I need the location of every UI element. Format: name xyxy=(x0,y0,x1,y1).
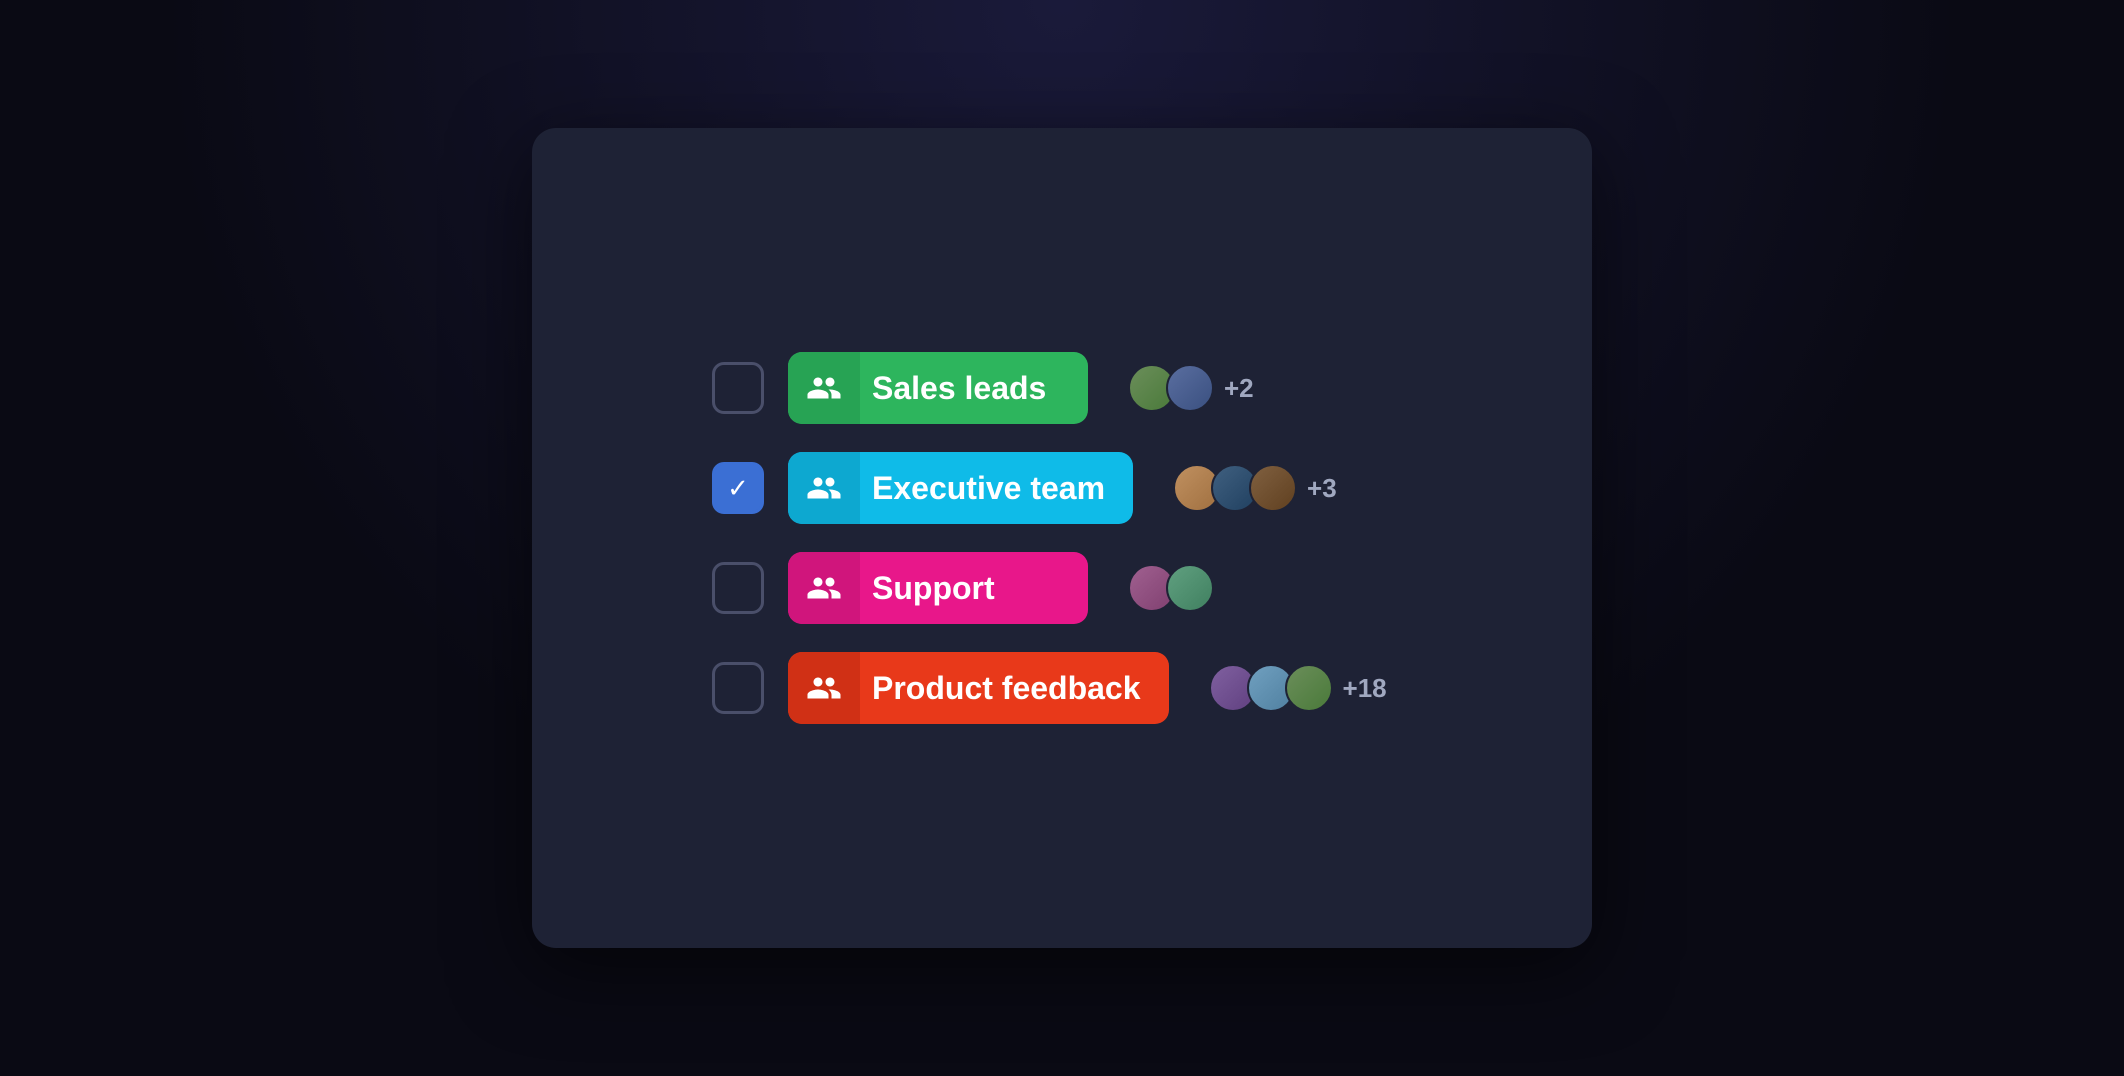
avatar-face xyxy=(1168,566,1212,610)
tag-label: Support xyxy=(860,570,1088,607)
checkbox-sales-leads[interactable] xyxy=(712,362,764,414)
main-card: Sales leads+2✓ Executive team+3 Support … xyxy=(532,128,1592,948)
avatar-count: +2 xyxy=(1224,373,1254,404)
tag-label: Executive team xyxy=(860,470,1133,507)
tag-label: Product feedback xyxy=(860,670,1169,707)
avatar-count: +18 xyxy=(1343,673,1387,704)
avatars-sales-leads: +2 xyxy=(1128,364,1254,412)
list-item-product-feedback[interactable]: Product feedback +18 xyxy=(712,652,1412,724)
list-item-sales-leads[interactable]: Sales leads +2 xyxy=(712,352,1412,424)
avatar xyxy=(1166,364,1214,412)
avatar xyxy=(1285,664,1333,712)
avatars-product-feedback: +18 xyxy=(1209,664,1387,712)
checkbox-executive-team[interactable]: ✓ xyxy=(712,462,764,514)
avatar-face xyxy=(1251,466,1295,510)
checkbox-support[interactable] xyxy=(712,562,764,614)
checkbox-product-feedback[interactable] xyxy=(712,662,764,714)
avatar-face xyxy=(1287,666,1331,710)
group-list: Sales leads+2✓ Executive team+3 Support … xyxy=(712,352,1412,724)
avatar-count: +3 xyxy=(1307,473,1337,504)
tag-product-feedback[interactable]: Product feedback xyxy=(788,652,1169,724)
group-icon xyxy=(788,352,860,424)
tag-support[interactable]: Support xyxy=(788,552,1088,624)
avatars-support xyxy=(1128,564,1214,612)
avatar xyxy=(1249,464,1297,512)
group-icon xyxy=(788,652,860,724)
tag-executive-team[interactable]: Executive team xyxy=(788,452,1133,524)
list-item-support[interactable]: Support xyxy=(712,552,1412,624)
tag-sales-leads[interactable]: Sales leads xyxy=(788,352,1088,424)
group-icon xyxy=(788,452,860,524)
list-item-executive-team[interactable]: ✓ Executive team +3 xyxy=(712,452,1412,524)
avatar xyxy=(1166,564,1214,612)
tag-label: Sales leads xyxy=(860,370,1088,407)
avatar-face xyxy=(1168,366,1212,410)
group-icon xyxy=(788,552,860,624)
checkmark-icon: ✓ xyxy=(727,475,749,501)
avatars-executive-team: +3 xyxy=(1173,464,1337,512)
